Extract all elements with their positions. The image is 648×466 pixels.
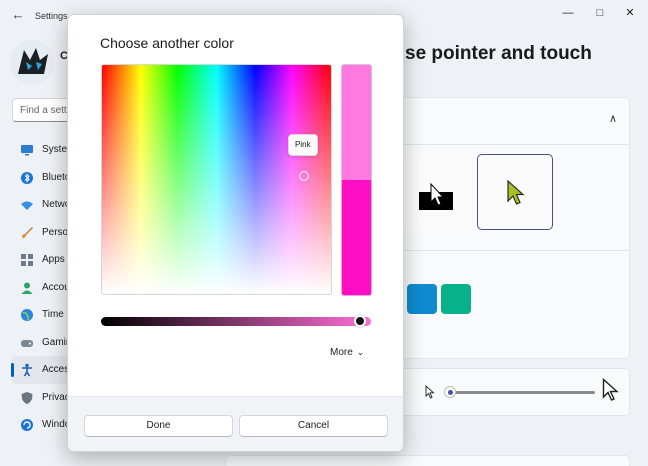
color-swatch-teal[interactable] <box>441 284 471 314</box>
sidebar-item-network[interactable]: Netwo <box>12 191 72 219</box>
spectrum-selector-handle[interactable] <box>299 171 309 181</box>
pointer-size-card <box>400 368 630 416</box>
sidebar-item-gaming[interactable]: Gamin <box>12 329 72 357</box>
dialog-footer: Done Cancel <box>68 396 403 451</box>
color-swatch-blue[interactable] <box>407 284 437 314</box>
sidebar-item-apps[interactable]: Apps <box>12 246 72 274</box>
avatar-image-icon <box>10 40 54 84</box>
done-button[interactable]: Done <box>84 415 233 437</box>
inverted-pointer-icon <box>419 182 453 210</box>
settings-card <box>225 455 630 466</box>
cancel-button[interactable]: Cancel <box>239 415 388 437</box>
pointer-size-slider-thumb[interactable] <box>444 386 456 398</box>
more-button-label: More <box>330 347 353 358</box>
color-picker-dialog: Choose another color Pink More ⌄ Done Can… <box>67 14 404 452</box>
new-color-preview <box>341 64 372 180</box>
color-spectrum[interactable] <box>101 64 332 295</box>
gamepad-icon <box>21 339 33 347</box>
large-pointer-icon <box>602 378 619 401</box>
more-button[interactable]: More ⌄ <box>330 347 364 365</box>
sidebar-item-personalization[interactable]: Persor <box>12 219 72 247</box>
back-arrow-icon[interactable]: ← <box>8 6 28 24</box>
update-icon <box>21 419 33 431</box>
chevron-up-icon[interactable]: ∧ <box>609 112 617 125</box>
mouse-pointer-style-card: ∧ <box>400 97 630 359</box>
sidebar-item-accounts[interactable]: Accou <box>12 274 72 302</box>
custom-pointer-icon <box>507 179 525 205</box>
small-pointer-icon <box>425 385 435 399</box>
card-divider <box>401 250 630 251</box>
color-value-slider-thumb[interactable] <box>353 315 366 327</box>
sidebar-nav: Syster Blueto Netwo Persor Apps Accou Ti… <box>11 136 72 439</box>
card-divider <box>401 144 630 145</box>
accessibility-icon <box>22 363 32 377</box>
sidebar-item-system[interactable]: Syster <box>12 136 72 164</box>
globe-icon <box>21 309 33 321</box>
wifi-icon <box>21 201 33 210</box>
sidebar-item-privacy[interactable]: Privac <box>12 384 72 412</box>
brush-icon <box>22 226 33 238</box>
shield-icon <box>21 391 33 404</box>
sidebar-item-accessibility[interactable]: Acces <box>11 356 72 384</box>
maximize-icon[interactable]: □ <box>586 4 614 22</box>
sidebar-item-label: Accou <box>42 281 70 293</box>
pointer-size-slider-track[interactable] <box>455 391 595 394</box>
pointer-style-inverted[interactable] <box>401 154 477 230</box>
page-title: se pointer and touch <box>405 43 592 64</box>
minimize-icon[interactable]: — <box>554 4 582 22</box>
bluetooth-icon <box>21 171 33 184</box>
search-input[interactable]: Find a setti <box>12 98 72 122</box>
sidebar-item-label: Acces <box>42 364 70 375</box>
window-title: Settings <box>35 11 68 21</box>
avatar[interactable] <box>10 40 54 84</box>
sidebar-item-label: Time <box>42 309 64 320</box>
pointer-style-custom[interactable] <box>477 154 553 230</box>
sidebar-item-label: Privac <box>42 391 70 403</box>
current-color-preview <box>341 180 372 296</box>
close-icon[interactable]: ✕ <box>616 4 644 22</box>
sidebar-item-time[interactable]: Time <box>12 301 72 329</box>
sidebar-item-bluetooth[interactable]: Blueto <box>12 164 72 192</box>
sidebar-item-windows-update[interactable]: Windo <box>12 411 72 439</box>
monitor-icon <box>21 145 33 156</box>
apps-icon <box>21 254 33 266</box>
chevron-down-icon: ⌄ <box>356 347 365 357</box>
sidebar-item-label: Apps <box>42 254 65 265</box>
color-name-tooltip: Pink <box>288 134 318 156</box>
color-value-slider[interactable] <box>101 315 371 327</box>
person-icon <box>21 282 33 294</box>
dialog-title: Choose another color <box>100 35 234 51</box>
active-indicator <box>11 363 14 377</box>
